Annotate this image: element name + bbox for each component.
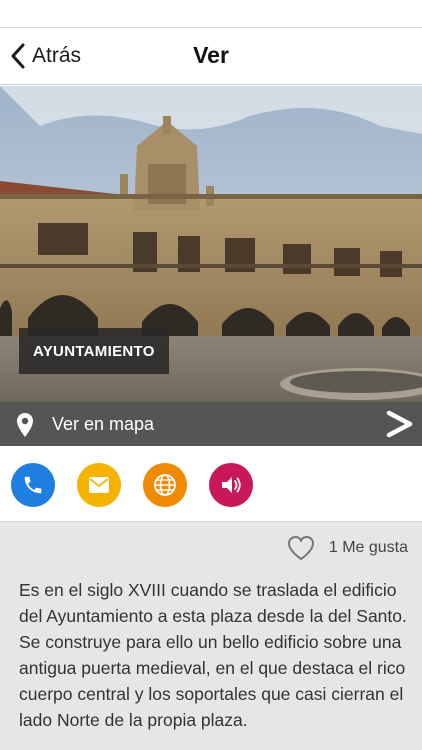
speaker-icon — [222, 477, 241, 493]
call-button[interactable] — [11, 463, 55, 507]
place-name: AYUNTAMIENTO — [33, 342, 155, 360]
like-row: 1 Me gusta — [287, 534, 408, 562]
phone-icon — [24, 476, 42, 494]
page-title: Ver — [193, 42, 229, 68]
status-bar — [0, 0, 422, 28]
place-name-badge: AYUNTAMIENTO — [19, 328, 169, 374]
place-description: Es en el siglo XVIII cuando se traslada … — [19, 580, 407, 730]
email-button[interactable] — [77, 463, 121, 507]
place-details: 1 Me gusta Es en el siglo XVIII cuando s… — [0, 522, 422, 750]
view-on-map-label: Ver en mapa — [52, 414, 155, 434]
globe-icon — [154, 474, 176, 496]
navigation-bar: Atrás Ver — [0, 28, 422, 85]
view-on-map-button[interactable]: Ver en mapa — [0, 402, 422, 446]
like-count: 1 Me gusta — [328, 539, 408, 556]
audio-guide-button[interactable] — [209, 463, 253, 507]
website-button[interactable] — [143, 463, 187, 507]
heart-icon[interactable] — [287, 535, 315, 561]
chevron-right-icon — [386, 410, 413, 438]
mail-icon — [89, 477, 109, 493]
contact-actions — [0, 446, 422, 522]
location-pin-icon — [17, 413, 33, 437]
